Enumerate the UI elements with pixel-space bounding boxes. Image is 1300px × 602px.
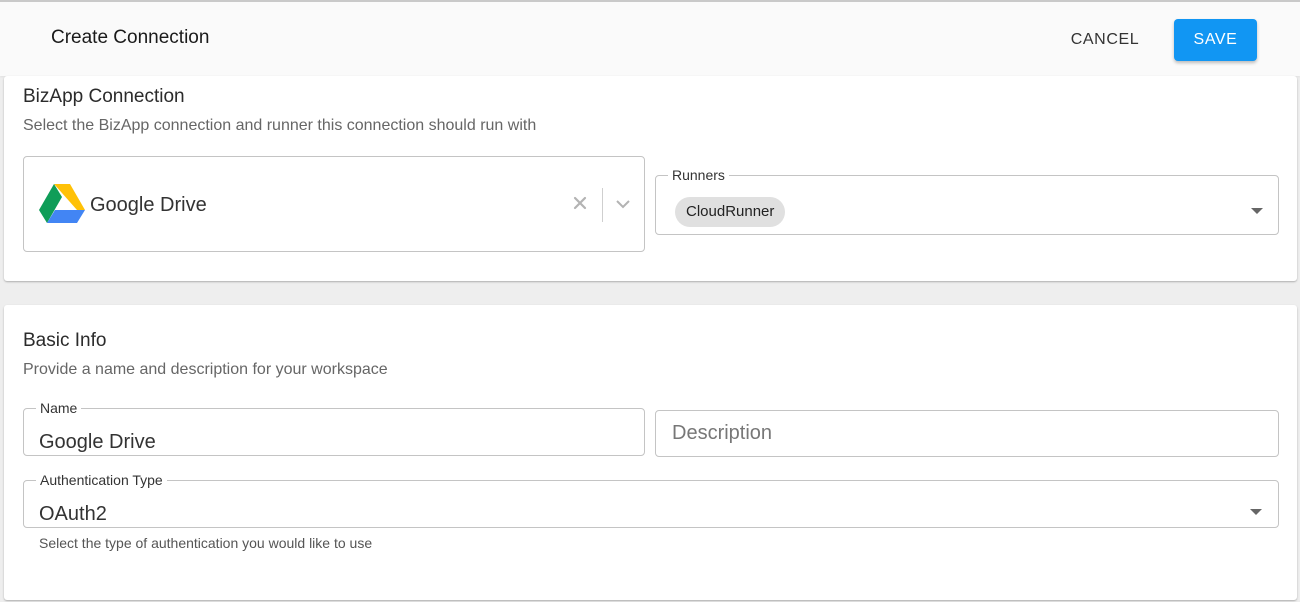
save-button[interactable]: SAVE bbox=[1174, 19, 1257, 61]
runners-label: Runners bbox=[672, 167, 725, 183]
dropdown-arrow-icon[interactable] bbox=[1250, 509, 1262, 515]
chevron-down-icon[interactable] bbox=[614, 197, 632, 211]
indicator-separator bbox=[602, 188, 603, 222]
section-subtitle: Provide a name and description for your … bbox=[23, 361, 388, 378]
description-input[interactable] bbox=[655, 410, 1279, 457]
name-label: Name bbox=[40, 400, 78, 416]
bizapp-connection-card: BizApp Connection Select the BizApp conn… bbox=[4, 76, 1297, 281]
auth-type-helper-text: Select the type of authentication you wo… bbox=[39, 535, 373, 551]
runners-select[interactable]: Runners CloudRunner bbox=[655, 168, 1279, 235]
name-value[interactable]: Google Drive bbox=[39, 431, 156, 454]
selected-connection: Google Drive bbox=[90, 194, 207, 216]
auth-type-value: OAuth2 bbox=[39, 503, 107, 525]
google-drive-icon bbox=[39, 184, 85, 223]
bizapp-connection-select[interactable]: Google Drive bbox=[23, 156, 645, 252]
top-bar: Create Connection CANCEL SAVE bbox=[0, 0, 1300, 76]
dropdown-arrow-icon[interactable] bbox=[1251, 208, 1263, 214]
auth-type-label: Authentication Type bbox=[40, 472, 163, 488]
clear-icon[interactable] bbox=[570, 193, 590, 213]
cancel-button[interactable]: CANCEL bbox=[1054, 20, 1156, 60]
page-title: Create Connection bbox=[51, 27, 210, 48]
section-subtitle: Select the BizApp connection and runner … bbox=[23, 117, 537, 134]
name-field[interactable]: Name Google Drive bbox=[23, 401, 645, 456]
runner-chip[interactable]: CloudRunner bbox=[675, 197, 786, 227]
section-title: Basic Info bbox=[23, 330, 107, 351]
authentication-type-select[interactable]: Authentication Type OAuth2 bbox=[23, 473, 1279, 528]
section-title: BizApp Connection bbox=[23, 86, 185, 107]
basic-info-card: Basic Info Provide a name and descriptio… bbox=[4, 305, 1297, 600]
